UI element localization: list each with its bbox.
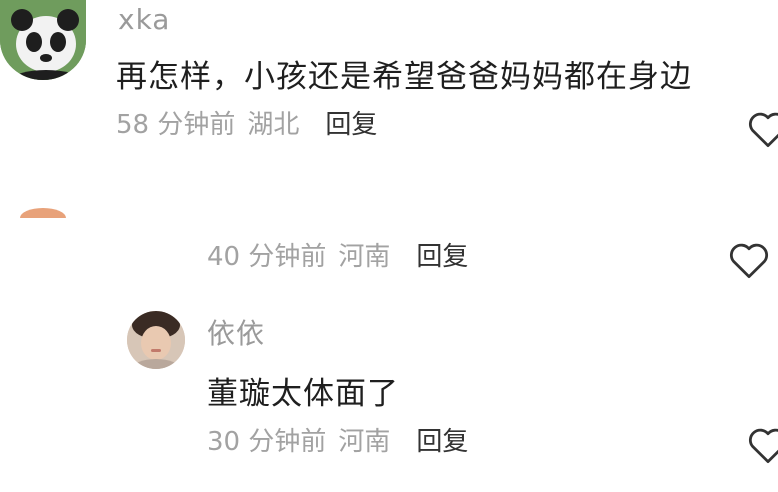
comment-meta: 30 分钟前 河南 回复 <box>207 429 468 455</box>
comment-time: 30 分钟前 <box>207 427 327 457</box>
reply-button[interactable]: 回复 <box>325 110 377 140</box>
comment-meta: 40 分钟前 河南 回复 <box>207 244 468 270</box>
comment-time: 58 分钟前 <box>116 110 236 140</box>
reply-button[interactable]: 回复 <box>416 242 468 272</box>
comment-text: 再怎样，小孩还是希望爸爸妈妈都在身边 <box>116 59 692 95</box>
reply-button[interactable]: 回复 <box>416 427 468 457</box>
comment-time: 40 分钟前 <box>207 242 327 272</box>
comment-location: 湖北 <box>247 110 300 140</box>
comment-username[interactable]: xka <box>118 6 170 34</box>
comment-location: 河南 <box>338 427 391 457</box>
avatar[interactable] <box>20 208 66 218</box>
heart-outline-icon[interactable] <box>728 240 770 280</box>
comment-username[interactable]: 依依 <box>207 320 265 348</box>
comment-meta: 58 分钟前 湖北 回复 <box>116 112 377 138</box>
heart-outline-icon[interactable] <box>747 109 778 149</box>
comment-location: 河南 <box>338 242 391 272</box>
heart-outline-icon[interactable] <box>747 425 778 465</box>
panda-avatar[interactable] <box>0 0 86 80</box>
comment-text: 董璇太体面了 <box>207 376 399 412</box>
portrait-avatar[interactable] <box>127 311 185 369</box>
